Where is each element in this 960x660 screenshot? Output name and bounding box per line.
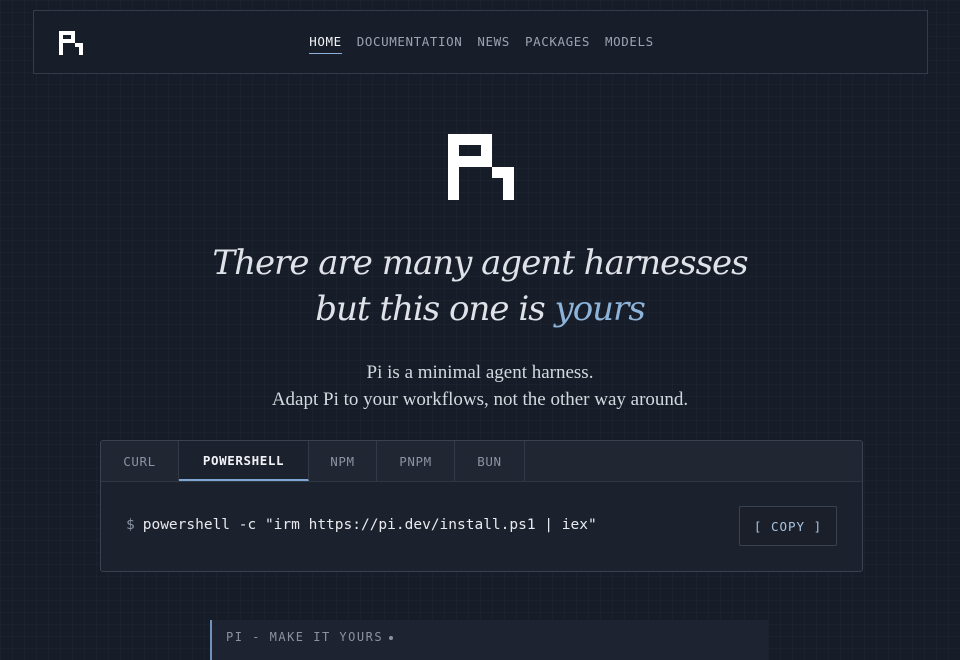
nav-link-news[interactable]: NEWS — [477, 34, 510, 54]
shell-prompt: $ — [126, 517, 135, 533]
install-tabs: CURL POWERSHELL NPM PNPM BUN — [101, 441, 862, 482]
tab-bun[interactable]: BUN — [455, 441, 525, 481]
hero-tagline: Pi is a minimal agent harness. Adapt Pi … — [0, 359, 960, 413]
pi-hero-logo-icon — [448, 134, 514, 200]
install-panel: CURL POWERSHELL NPM PNPM BUN $ powershell… — [100, 440, 863, 572]
nav-link-documentation[interactable]: DOCUMENTATION — [357, 34, 463, 54]
top-navbar: HOME DOCUMENTATION NEWS PACKAGES MODELS — [33, 10, 928, 74]
tab-npm[interactable]: NPM — [309, 441, 377, 481]
hero-headline: There are many agent harnesses but this … — [0, 240, 960, 332]
tagline-line-2: Adapt Pi to your workflows, not the othe… — [271, 389, 689, 410]
nav-link-home[interactable]: HOME — [309, 34, 342, 54]
tab-curl[interactable]: CURL — [101, 441, 179, 481]
section-label-text: PI - MAKE IT YOURS — [226, 630, 384, 644]
headline-accent-word: yours — [554, 289, 645, 329]
headline-line-2-prefix: but this one is — [315, 289, 555, 329]
install-command-text: powershell -c "irm https://pi.dev/instal… — [142, 517, 597, 533]
command-row: $ powershell -c "irm https://pi.dev/insta… — [101, 482, 862, 571]
headline-line-1: There are many agent harnesses — [212, 243, 748, 283]
dot-icon — [389, 635, 394, 640]
nav-link-packages[interactable]: PACKAGES — [525, 34, 590, 54]
section-label: PI - MAKE IT YOURS — [226, 630, 394, 644]
tab-powershell[interactable]: POWERSHELL — [179, 441, 309, 481]
copy-button[interactable]: [ COPY ] — [739, 506, 837, 546]
tab-pnpm[interactable]: PNPM — [377, 441, 455, 481]
main-nav: HOME DOCUMENTATION NEWS PACKAGES MODELS — [36, 34, 927, 54]
make-it-yours-panel: PI - MAKE IT YOURS — [210, 620, 768, 660]
install-command[interactable]: $ powershell -c "irm https://pi.dev/insta… — [126, 517, 597, 533]
tagline-line-1: Pi is a minimal agent harness. — [366, 362, 594, 383]
nav-link-models[interactable]: MODELS — [605, 34, 654, 54]
